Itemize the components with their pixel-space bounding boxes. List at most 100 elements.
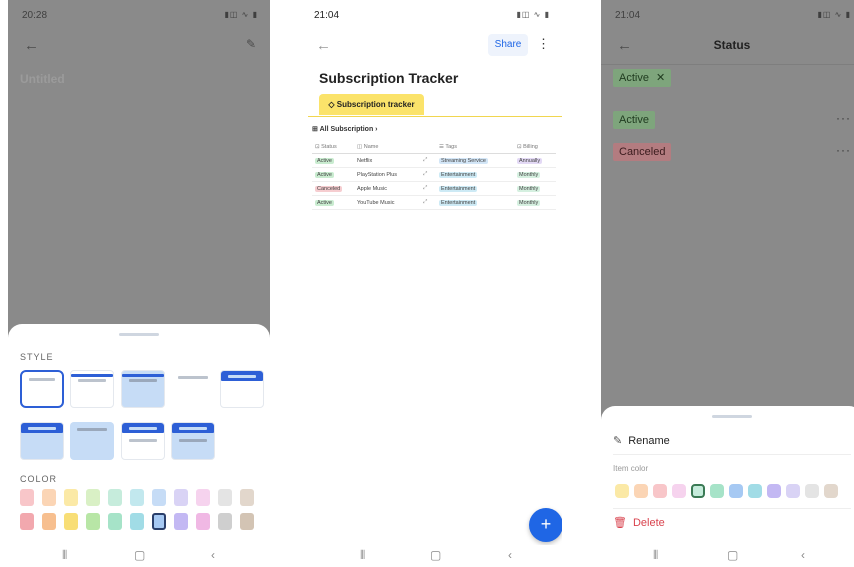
color-swatch[interactable]	[20, 489, 34, 506]
table-row[interactable]: Active YouTube Music ⤢ Entertainment Monthly	[312, 195, 556, 210]
color-swatch[interactable]	[130, 489, 144, 506]
color-swatch[interactable]	[174, 513, 188, 530]
status-option-canceled[interactable]: Canceled	[613, 143, 672, 161]
style-option-top-line[interactable]	[70, 370, 114, 408]
color-swatch[interactable]	[108, 489, 122, 506]
item-color-swatch[interactable]	[710, 484, 724, 498]
back-arrow-icon[interactable]: ←	[316, 37, 331, 54]
system-back-icon[interactable]: ‹	[801, 548, 805, 562]
item-color-swatch[interactable]	[729, 484, 743, 498]
item-color-swatch[interactable]	[805, 484, 819, 498]
delete-menu-item[interactable]: 🗑 Delete	[613, 516, 665, 529]
selected-status-chip[interactable]: Active ✕	[613, 69, 672, 87]
more-options-icon[interactable]: ···	[836, 143, 851, 157]
color-swatch[interactable]	[152, 513, 166, 530]
name-cell[interactable]: PlayStation Plus	[354, 167, 420, 182]
item-color-swatch[interactable]	[767, 484, 781, 498]
style-option-header-block[interactable]	[220, 370, 264, 408]
item-color-swatch[interactable]	[653, 484, 667, 498]
color-swatch[interactable]	[218, 513, 232, 530]
home-icon[interactable]: ▢	[727, 548, 738, 562]
home-icon[interactable]: ▢	[134, 548, 145, 562]
style-option-header-filled-lines[interactable]	[171, 422, 215, 460]
billing-cell[interactable]: Monthly	[514, 181, 556, 196]
color-swatch[interactable]	[174, 489, 188, 506]
recent-apps-icon[interactable]: ⦀	[62, 548, 67, 563]
color-swatch[interactable]	[64, 489, 78, 506]
color-swatch[interactable]	[42, 489, 56, 506]
column-header-name[interactable]: ◫ Name	[354, 140, 420, 154]
expand-icon[interactable]: ⤢	[420, 167, 436, 182]
back-arrow-icon[interactable]: ←	[24, 37, 39, 54]
color-swatch[interactable]	[64, 513, 78, 530]
style-option-minimal[interactable]	[171, 370, 215, 408]
status-cell[interactable]: Active	[312, 195, 354, 210]
name-cell[interactable]: Netflix	[354, 153, 420, 168]
name-cell[interactable]: Apple Music	[354, 181, 420, 196]
expand-icon[interactable]: ⤢	[420, 153, 436, 168]
more-options-icon[interactable]: ···	[836, 111, 851, 125]
color-swatch[interactable]	[240, 489, 254, 506]
sheet-handle[interactable]	[712, 415, 752, 418]
recent-apps-icon[interactable]: ⦀	[653, 548, 658, 563]
pencil-icon[interactable]: ✎	[246, 37, 256, 51]
item-color-swatch[interactable]	[824, 484, 838, 498]
style-bar	[179, 439, 207, 442]
system-back-icon[interactable]: ‹	[211, 548, 215, 562]
table-row[interactable]: Active PlayStation Plus ⤢ Entertainment Mont…	[312, 167, 556, 182]
color-swatch[interactable]	[42, 513, 56, 530]
status-cell[interactable]: Active	[312, 153, 354, 168]
column-header-billing[interactable]: ⊡ Billing	[514, 140, 556, 154]
share-button[interactable]: Share	[488, 34, 528, 56]
style-option-header-lines[interactable]	[121, 422, 165, 460]
expand-icon[interactable]: ⤢	[420, 181, 436, 196]
column-header-tags[interactable]: ☰ Tags	[436, 140, 514, 154]
view-selector[interactable]: ⊞ All Subscription ›	[312, 125, 378, 133]
color-swatch[interactable]	[218, 489, 232, 506]
color-swatch[interactable]	[20, 513, 34, 530]
item-color-swatch[interactable]	[634, 484, 648, 498]
style-option-filled-header[interactable]	[20, 422, 64, 460]
item-color-swatch[interactable]	[672, 484, 686, 498]
color-swatch[interactable]	[108, 513, 122, 530]
rename-menu-item[interactable]: ✎ Rename	[613, 434, 670, 447]
color-swatch[interactable]	[240, 513, 254, 530]
item-color-swatch[interactable]	[615, 484, 629, 498]
color-swatch[interactable]	[196, 513, 210, 530]
color-swatch[interactable]	[196, 489, 210, 506]
tags-cell[interactable]: Streaming Service	[436, 153, 514, 168]
style-option-filled-top[interactable]	[121, 370, 165, 408]
recent-apps-icon[interactable]: ⦀	[360, 548, 365, 563]
expand-icon[interactable]: ⤢	[420, 195, 436, 210]
sheet-handle[interactable]	[119, 333, 159, 336]
table-row[interactable]: Canceled Apple Music ⤢ Entertainment Monthly	[312, 181, 556, 196]
page-title-placeholder[interactable]: Untitled	[20, 72, 65, 86]
item-color-swatch[interactable]	[691, 484, 705, 498]
table-row[interactable]: Active Netflix ⤢ Streaming Service Annually	[312, 153, 556, 168]
color-swatch[interactable]	[86, 513, 100, 530]
style-option-plain[interactable]	[20, 370, 64, 408]
column-header-status[interactable]: ⊡ Status	[312, 140, 354, 154]
more-options-icon[interactable]: ⋮	[537, 36, 550, 52]
status-cell[interactable]: Canceled	[312, 181, 354, 196]
billing-cell[interactable]: Annually	[514, 153, 556, 168]
status-cell[interactable]: Active	[312, 167, 354, 182]
system-back-icon[interactable]: ‹	[508, 548, 512, 562]
color-swatch[interactable]	[86, 489, 100, 506]
tags-cell[interactable]: Entertainment	[436, 167, 514, 182]
style-option-filled[interactable]	[70, 422, 114, 460]
tags-cell[interactable]: Entertainment	[436, 181, 514, 196]
close-icon[interactable]: ✕	[656, 72, 665, 84]
billing-cell[interactable]: Monthly	[514, 195, 556, 210]
item-color-swatch[interactable]	[786, 484, 800, 498]
item-color-swatch[interactable]	[748, 484, 762, 498]
tags-cell[interactable]: Entertainment	[436, 195, 514, 210]
name-cell[interactable]: YouTube Music	[354, 195, 420, 210]
add-fab-button[interactable]: +	[529, 508, 562, 542]
status-option-active[interactable]: Active	[613, 111, 655, 129]
color-swatch[interactable]	[152, 489, 166, 506]
tab-subscription-tracker[interactable]: ◇ Subscription tracker	[319, 94, 424, 115]
home-icon[interactable]: ▢	[430, 548, 441, 562]
color-swatch[interactable]	[130, 513, 144, 530]
billing-cell[interactable]: Monthly	[514, 167, 556, 182]
